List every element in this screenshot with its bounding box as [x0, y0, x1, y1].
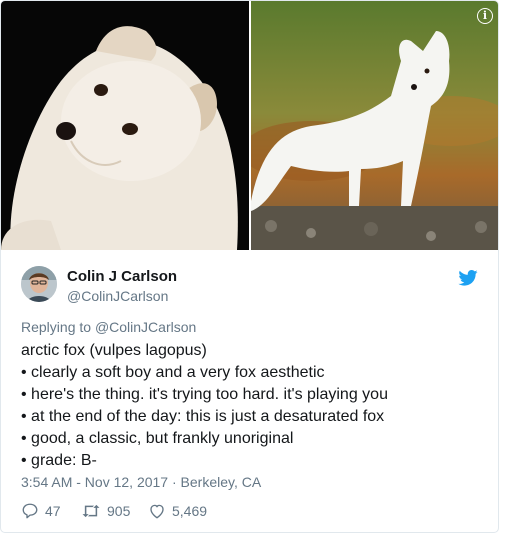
reply-prefix: Replying to: [21, 319, 92, 335]
retweet-count: 905: [107, 503, 131, 519]
tweet-text: arctic fox (vulpes lagopus) • clearly a …: [21, 340, 481, 472]
twitter-bird-icon[interactable]: [458, 270, 478, 286]
reply-icon: [22, 503, 38, 519]
reply-count: 47: [45, 503, 61, 519]
tweet-timestamp-location[interactable]: 3:54 AM - Nov 12, 2017 · Berkeley, CA: [21, 474, 261, 490]
tweet-line: • grade: B-: [21, 452, 97, 469]
tweet-line: • at the end of the day: this is just a …: [21, 408, 385, 425]
like-count: 5,469: [172, 503, 208, 519]
tweet-line: • good, a classic, but frankly unorigina…: [21, 430, 294, 447]
tweet-line: • here's the thing. it's trying too hard…: [21, 386, 388, 403]
fox-photo-left[interactable]: [1, 1, 249, 250]
heart-icon: [150, 504, 164, 519]
author-name[interactable]: Colin J Carlson: [67, 268, 177, 285]
avatar[interactable]: [21, 266, 57, 302]
tweet-card: i Colin J Carlson @ColinJCarlson Replyin…: [0, 0, 499, 533]
reply-to-link[interactable]: @ColinJCarlson: [95, 319, 196, 335]
author-handle[interactable]: @ColinJCarlson: [67, 288, 168, 304]
like-button[interactable]: 5,469: [148, 501, 207, 521]
fox-photo-right[interactable]: [251, 1, 498, 250]
retweet-button[interactable]: 905: [81, 501, 130, 521]
reply-context: Replying to @ColinJCarlson: [21, 319, 196, 335]
tweet-line: • clearly a soft boy and a very fox aest…: [21, 364, 325, 381]
info-icon[interactable]: i: [477, 8, 493, 24]
tweet-media[interactable]: i: [1, 1, 498, 250]
retweet-icon: [82, 504, 100, 518]
reply-button[interactable]: 47: [21, 501, 61, 521]
tweet-line: arctic fox (vulpes lagopus): [21, 342, 207, 359]
